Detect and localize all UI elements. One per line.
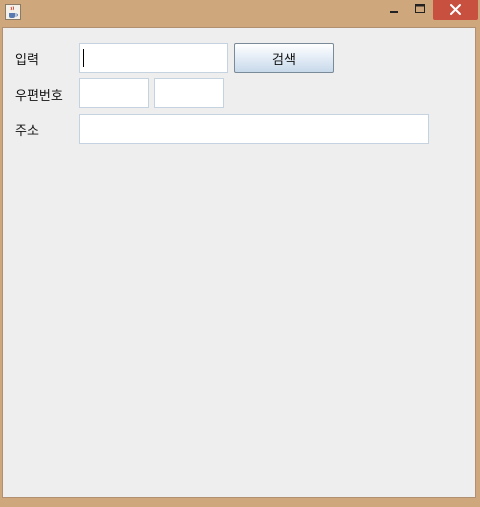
- postal-code-field-1[interactable]: [79, 78, 149, 108]
- minimize-icon: [390, 11, 398, 13]
- form-panel: 입력 검색 우편번호 주소: [2, 27, 476, 498]
- postal-code-field-2[interactable]: [154, 78, 224, 108]
- text-caret: [83, 49, 84, 67]
- maximize-icon: [415, 4, 425, 13]
- title-bar[interactable]: [0, 0, 480, 26]
- app-window: 입력 검색 우편번호 주소: [0, 0, 480, 507]
- input-field[interactable]: [79, 43, 228, 73]
- address-label: 주소: [15, 124, 39, 139]
- search-button[interactable]: 검색: [234, 43, 334, 73]
- address-field[interactable]: [79, 114, 429, 144]
- maximize-button[interactable]: [407, 0, 433, 20]
- close-icon: [450, 4, 461, 15]
- postal-code-label: 우편번호: [15, 89, 63, 104]
- input-label: 입력: [15, 53, 39, 68]
- java-cup-icon[interactable]: [5, 4, 21, 20]
- close-button[interactable]: [433, 0, 478, 20]
- minimize-button[interactable]: [381, 0, 407, 20]
